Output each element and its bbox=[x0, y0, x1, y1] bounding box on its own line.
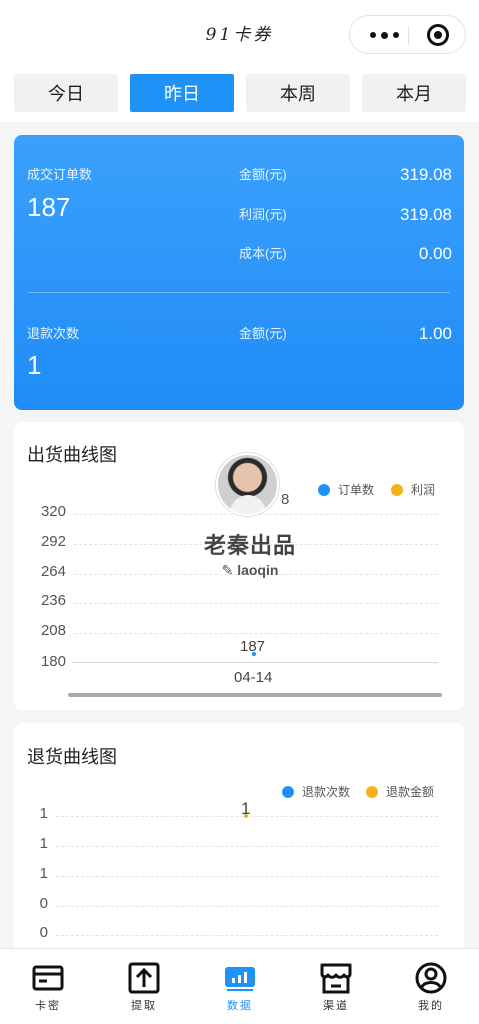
legend-refund-count-dot bbox=[282, 785, 294, 798]
watermark-avatar bbox=[216, 453, 279, 516]
tabbar-label: 卡密 bbox=[35, 999, 61, 1012]
link-icon: ✎ bbox=[221, 562, 238, 578]
y-tick: 1 bbox=[39, 835, 48, 852]
y-tick: 1 bbox=[39, 865, 48, 882]
refund-chart-card: 退货曲线图 退款次数 退款金额 1 1 1 0 0 1 bbox=[14, 723, 464, 963]
miniprogram-capsule bbox=[349, 15, 466, 54]
legend-profit[interactable]: 利润 bbox=[391, 481, 435, 498]
watermark-handle-text: laoqin bbox=[237, 562, 279, 578]
watermark-title: 老秦出品 bbox=[203, 533, 296, 558]
grid-line bbox=[74, 633, 438, 634]
orders-label: 成交订单数 bbox=[27, 167, 93, 182]
profit-value: 319.08 bbox=[400, 205, 452, 224]
legend-refund-count[interactable]: 退款次数 bbox=[282, 783, 350, 800]
watermark-handle: ✎ laoqin bbox=[200, 562, 300, 579]
legend-profit-dot bbox=[391, 483, 403, 496]
tabbar-label: 渠道 bbox=[323, 999, 349, 1012]
y-tick: 0 bbox=[39, 895, 48, 912]
tab-this-month[interactable]: 本月 bbox=[362, 74, 466, 112]
card-icon bbox=[32, 965, 64, 991]
y-tick: 208 bbox=[40, 622, 66, 639]
top-navbar: 91卡券 bbox=[0, 0, 479, 66]
legend-refund-amount-dot bbox=[366, 785, 378, 798]
y-tick: 264 bbox=[40, 563, 66, 580]
summary-divider bbox=[28, 292, 450, 293]
amount-label: 金额(元) bbox=[239, 167, 287, 182]
shipment-chart-title: 出货曲线图 bbox=[27, 445, 117, 465]
refund-data-point[interactable] bbox=[244, 814, 248, 818]
close-target-icon[interactable] bbox=[427, 24, 449, 46]
y-tick: 236 bbox=[40, 592, 66, 609]
profit-label: 利润(元) bbox=[239, 207, 287, 222]
amount-value: 319.08 bbox=[400, 165, 452, 184]
cost-label: 成本(元) bbox=[239, 246, 287, 261]
tabbar-item-extract[interactable]: 提取 bbox=[96, 949, 192, 1024]
tabbar-label: 数据 bbox=[227, 999, 253, 1012]
refund-count-value: 1 bbox=[27, 350, 42, 380]
tab-yesterday[interactable]: 昨日 bbox=[130, 74, 234, 112]
upload-icon bbox=[128, 962, 160, 994]
refund-chart-title: 退货曲线图 bbox=[27, 747, 117, 767]
x-axis-line bbox=[72, 662, 438, 663]
y-tick: 1 bbox=[39, 805, 48, 822]
more-icon[interactable] bbox=[364, 24, 404, 46]
bottom-tabbar: 卡密 提取 数据 渠道 我的 bbox=[0, 948, 479, 1024]
legend-orders[interactable]: 订单数 bbox=[318, 481, 374, 498]
summary-card: 成交订单数 187 金额(元) 319.08 利润(元) 319.08 成本(元… bbox=[14, 135, 464, 410]
y-tick: 180 bbox=[40, 653, 66, 670]
legend-orders-dot bbox=[318, 483, 330, 496]
refund-amount-value: 1.00 bbox=[418, 324, 452, 343]
tabbar-item-mine[interactable]: 我的 bbox=[383, 949, 479, 1024]
refund-count-label: 退款次数 bbox=[27, 326, 80, 341]
chart-scrollbar[interactable] bbox=[68, 693, 442, 697]
y-tick: 0 bbox=[39, 924, 48, 941]
refund-amount-label: 金额(元) bbox=[239, 326, 287, 341]
tabbar-item-channel[interactable]: 渠道 bbox=[288, 949, 384, 1024]
chart-icon bbox=[225, 967, 255, 991]
grid-line bbox=[74, 603, 438, 604]
profit-point-label: 8 bbox=[281, 491, 290, 508]
y-tick: 320 bbox=[40, 503, 66, 520]
tabbar-label: 提取 bbox=[131, 999, 157, 1012]
tabbar-item-data[interactable]: 数据 bbox=[192, 949, 288, 1024]
tabbar-item-cards[interactable]: 卡密 bbox=[0, 949, 96, 1024]
date-tabs: 今日 昨日 本周 本月 bbox=[0, 66, 479, 122]
orders-data-point[interactable] bbox=[252, 652, 256, 656]
legend-refund-count-label: 退款次数 bbox=[302, 785, 351, 799]
grid-line bbox=[56, 846, 438, 847]
store-icon bbox=[320, 963, 352, 994]
legend-orders-label: 订单数 bbox=[338, 483, 375, 497]
grid-line bbox=[56, 906, 438, 907]
orders-value: 187 bbox=[27, 192, 71, 222]
cost-value: 0.00 bbox=[418, 244, 452, 263]
capsule-divider bbox=[408, 26, 409, 45]
grid-line bbox=[56, 876, 438, 877]
y-tick: 292 bbox=[40, 533, 66, 550]
tab-this-week[interactable]: 本周 bbox=[246, 74, 350, 112]
legend-refund-amount[interactable]: 退款金额 bbox=[366, 783, 434, 800]
grid-line bbox=[56, 935, 438, 936]
x-tick: 04-14 bbox=[234, 669, 273, 686]
tabbar-label: 我的 bbox=[418, 999, 444, 1012]
legend-profit-label: 利润 bbox=[411, 483, 436, 497]
tab-today[interactable]: 今日 bbox=[14, 74, 118, 112]
legend-refund-amount-label: 退款金额 bbox=[386, 785, 435, 799]
profile-icon bbox=[415, 962, 447, 994]
